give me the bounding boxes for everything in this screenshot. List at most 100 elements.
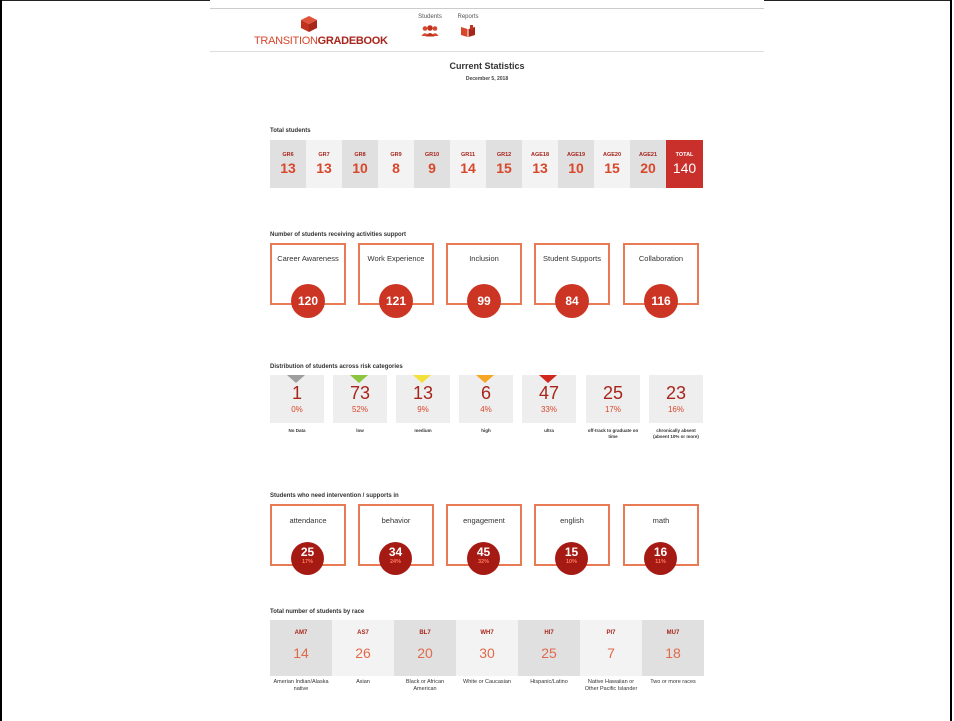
- race-code: PI7: [606, 630, 616, 636]
- grade-cell[interactable]: GR8 10: [342, 140, 378, 188]
- risk-box: 25 17%: [586, 375, 640, 423]
- race-category[interactable]: PI7 7 Native Hawaiian or Other Pacific Isl…: [580, 620, 642, 715]
- intervention-percent: 10%: [565, 559, 577, 565]
- grade-cell[interactable]: GR7 13: [306, 140, 342, 188]
- intervention-percent: 32%: [477, 559, 489, 565]
- intervention-percent: 24%: [389, 559, 401, 565]
- risk-percent: 4%: [480, 405, 492, 414]
- section-risk-label: Distribution of students across risk cat…: [270, 364, 403, 370]
- section-race-label: Total number of students by race: [270, 609, 365, 615]
- race-counts-row: AM7 14 Amerian Indian/Alaska native AS7 26 As…: [270, 620, 704, 715]
- header-divider: [210, 51, 764, 52]
- grade-cell[interactable]: GR10 9: [414, 140, 450, 188]
- intervention-count: 15: [564, 545, 579, 559]
- activity-name: Work Experience: [367, 254, 425, 263]
- race-category[interactable]: WH7 30 White or Caucasian: [456, 620, 518, 715]
- activities-support-row: Career Awareness 120 Work Experience 121 Inc…: [270, 243, 706, 318]
- grade-value: 9: [428, 160, 436, 176]
- risk-percent: 0%: [291, 405, 303, 414]
- grade-cell[interactable]: AGE19 10: [558, 140, 594, 188]
- race-box: BL7 20: [394, 620, 456, 676]
- app-header: TRANSITIONGRADEBOOK Students Reports: [210, 9, 764, 51]
- risk-level-triangle-icon: [350, 375, 368, 383]
- risk-box: 23 16%: [649, 375, 703, 423]
- grade-label: GR10: [424, 152, 440, 158]
- activity-name: Student Supports: [543, 254, 601, 263]
- intervention-row: attendance 25 17% behavior 34 24% engagement 45…: [270, 504, 706, 579]
- nav-students[interactable]: Students: [415, 14, 445, 37]
- risk-category[interactable]: 6 4% high: [459, 375, 513, 434]
- intervention-count-badge: 16 11%: [644, 542, 677, 575]
- risk-category[interactable]: 47 33% ultra: [522, 375, 576, 434]
- grade-cell[interactable]: AGE20 15: [594, 140, 630, 188]
- risk-box: 13 9%: [396, 375, 450, 423]
- intervention-name: engagement: [463, 516, 505, 525]
- intervention-count-badge: 25 17%: [291, 542, 324, 575]
- grade-value: 14: [460, 160, 476, 176]
- risk-category[interactable]: 23 16% chronically absent (absent 10% or m…: [649, 375, 703, 440]
- grade-label: GR12: [496, 152, 512, 158]
- page-title: Current Statistics: [449, 61, 525, 71]
- intervention-count: 16: [653, 545, 668, 559]
- activity-name: Inclusion: [469, 254, 499, 263]
- race-box: HI7 25: [518, 620, 580, 676]
- risk-level-triangle-icon: [539, 375, 557, 383]
- activity-count-badge: 84: [555, 284, 589, 318]
- intervention-name: english: [560, 516, 584, 525]
- race-category[interactable]: BL7 20 Black or African American: [394, 620, 456, 715]
- race-count: 30: [479, 645, 495, 661]
- race-code: AM7: [294, 630, 308, 636]
- intervention-name: math: [652, 516, 670, 525]
- race-count: 20: [417, 645, 433, 661]
- risk-percent: 9%: [417, 405, 429, 414]
- grade-cell[interactable]: GR6 13: [270, 140, 306, 188]
- grade-label: AGE18: [530, 152, 550, 158]
- grade-label: GR9: [390, 152, 402, 158]
- risk-label: low: [356, 428, 364, 433]
- activity-count-badge: 120: [291, 284, 325, 318]
- nav-students-label: Students: [418, 14, 442, 20]
- grade-value: 10: [568, 160, 584, 176]
- activity-name: Career Awareness: [277, 254, 339, 263]
- race-category[interactable]: AS7 26 Asian: [332, 620, 394, 715]
- grade-cell[interactable]: GR11 14: [450, 140, 486, 188]
- race-category[interactable]: HI7 25 Hispanic/Latino: [518, 620, 580, 715]
- race-category[interactable]: MU7 18 Two or more races: [642, 620, 704, 715]
- report-date: December 5, 2018: [465, 76, 509, 82]
- race-box: WH7 30: [456, 620, 518, 676]
- grade-label: AGE20: [602, 152, 622, 158]
- grade-cell[interactable]: AGE21 20: [630, 140, 666, 188]
- race-description: Hispanic/Latino: [530, 679, 568, 685]
- grade-value: 20: [640, 160, 656, 176]
- grade-value: 13: [532, 160, 548, 176]
- race-category[interactable]: AM7 14 Amerian Indian/Alaska native: [270, 620, 332, 715]
- grade-value: 13: [280, 160, 296, 176]
- risk-category[interactable]: 1 0% No Data: [270, 375, 324, 434]
- risk-category[interactable]: 73 52% low: [333, 375, 387, 434]
- brand-logo[interactable]: TRANSITIONGRADEBOOK: [254, 15, 388, 49]
- intervention-count-badge: 15 10%: [555, 542, 588, 575]
- risk-category[interactable]: 13 9% medium: [396, 375, 450, 434]
- risk-label: ultra: [544, 428, 554, 433]
- grade-cell[interactable]: GR9 8: [378, 140, 414, 188]
- risk-category[interactable]: 25 17% off-track to graduate on time: [586, 375, 640, 440]
- grade-total-cell[interactable]: TOTAL 140: [666, 140, 703, 188]
- nav-reports[interactable]: Reports: [453, 14, 483, 37]
- race-count: 26: [355, 645, 371, 661]
- risk-count: 23: [665, 383, 687, 403]
- section-total-students-label: Total students: [270, 128, 311, 134]
- risk-box: 1 0%: [270, 375, 324, 423]
- intervention-count-badge: 34 24%: [379, 542, 412, 575]
- intervention-count-badge: 45 32%: [467, 542, 500, 575]
- risk-categories-row: 1 0% No Data 73 52% low 13 9% medium 6 4% high 47 33%…: [270, 375, 706, 455]
- grade-cell[interactable]: GR12 15: [486, 140, 522, 188]
- race-description: White or Caucasian: [463, 679, 511, 685]
- race-count: 7: [607, 645, 615, 661]
- grade-value: 15: [496, 160, 512, 176]
- report-page: TRANSITIONGRADEBOOK Students Reports Cur…: [210, 0, 764, 721]
- race-box: AS7 26: [332, 620, 394, 676]
- grade-cell[interactable]: AGE18 13: [522, 140, 558, 188]
- risk-box: 73 52%: [333, 375, 387, 423]
- grade-value: 15: [604, 160, 620, 176]
- activity-count-badge: 121: [379, 284, 413, 318]
